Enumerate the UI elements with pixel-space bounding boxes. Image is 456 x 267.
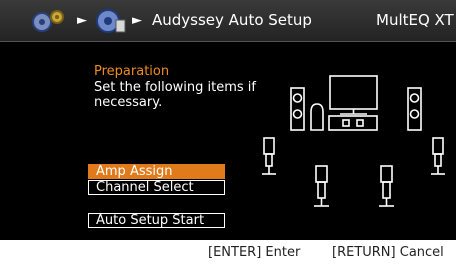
section-heading: Preparation: [94, 64, 170, 79]
breadcrumb-arrow-icon: ►: [132, 13, 142, 28]
channel-select-button[interactable]: Channel Select: [88, 180, 225, 195]
screen: ► ► Audyssey Auto Setup MultEQ XT Prepar…: [0, 0, 456, 267]
return-key-hint: [RETURN] Cancel: [332, 245, 444, 260]
amp-assign-button[interactable]: Amp Assign: [88, 164, 225, 179]
auto-setup-start-button[interactable]: Auto Setup Start: [88, 213, 225, 228]
front-right-speaker-icon: [407, 87, 422, 131]
surround-back-right-speaker-icon: [379, 165, 394, 207]
breadcrumb-arrow-icon: ►: [77, 13, 87, 28]
surround-back-left-speaker-icon: [314, 165, 329, 207]
surround-right-speaker-icon: [431, 137, 445, 175]
mode-label: MultEQ XT: [376, 11, 454, 29]
enter-key-hint: [ENTER] Enter: [208, 245, 301, 260]
center-speaker-icon: [328, 115, 378, 131]
front-left-speaker-icon: [290, 87, 305, 131]
header-bar: ► ► Audyssey Auto Setup MultEQ XT: [0, 0, 456, 42]
setup-gear-icon: [30, 9, 66, 39]
surround-left-speaker-icon: [262, 137, 276, 175]
speaker-setup-icon: [94, 6, 128, 40]
subwoofer-icon: [310, 103, 324, 131]
speaker-layout-diagram: [262, 75, 445, 207]
tv-icon: [329, 75, 378, 115]
breadcrumb-title: Audyssey Auto Setup: [152, 11, 312, 29]
setup-panel: ► ► Audyssey Auto Setup MultEQ XT Prepar…: [0, 0, 456, 240]
